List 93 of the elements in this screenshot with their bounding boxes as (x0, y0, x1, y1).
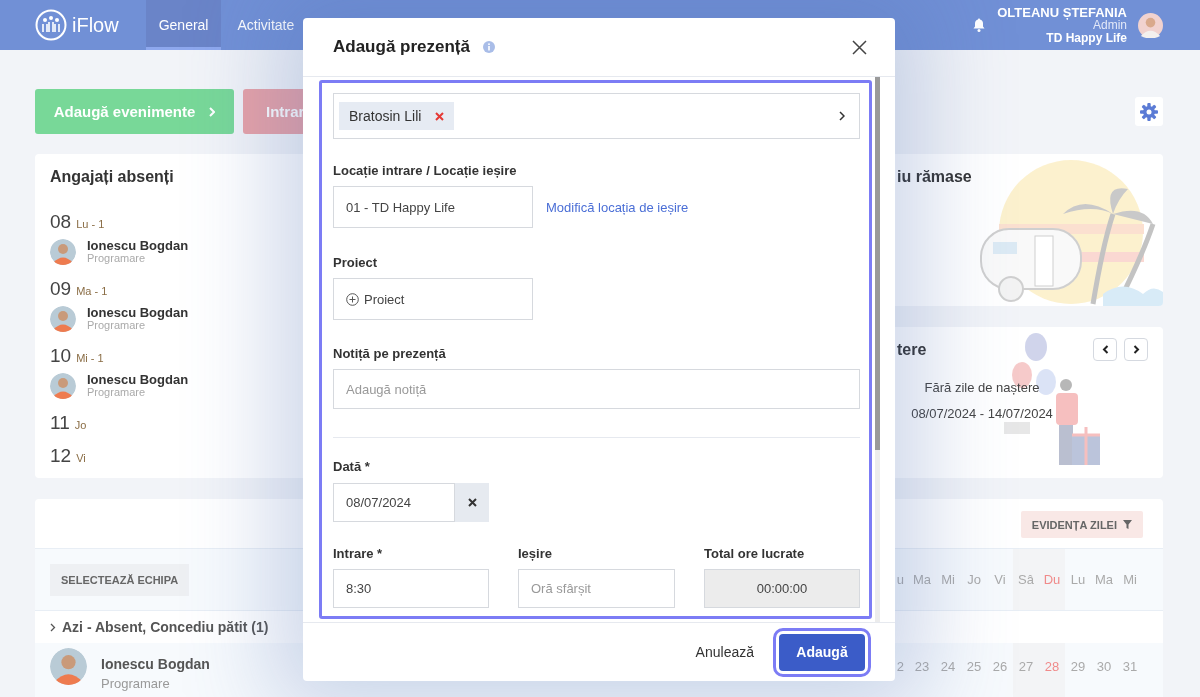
group-toggle[interactable]: Azi - Absent, Concediu pătit (1) (50, 619, 269, 635)
close-icon (852, 39, 867, 55)
select-team-button[interactable]: SELECTEAZĂ ECHIPA (50, 563, 190, 596)
total-hours-field[interactable]: 00:00:00 (704, 569, 860, 608)
previous-button[interactable] (1093, 338, 1117, 361)
location-field[interactable]: 01 - TD Happy Life (333, 186, 533, 228)
employee-detail: Programare (87, 386, 146, 398)
close-button[interactable] (852, 39, 867, 55)
day-number: 12 (50, 445, 72, 467)
settings-icon (1140, 102, 1158, 121)
weekday-header: Vi (993, 571, 1007, 589)
time-field[interactable]: Oră sfârșit (518, 569, 675, 608)
day-number: 10 (50, 345, 72, 367)
field-label: Ieșire (518, 546, 553, 562)
clear-date-button[interactable] (455, 483, 489, 522)
card-title: tere (897, 341, 927, 359)
employee-detail: Programare (87, 319, 146, 331)
avatar (50, 306, 76, 332)
settings-button[interactable] (1135, 97, 1163, 126)
weekday-label: Mi - 1 (76, 352, 104, 364)
card-title: Angajați absenți (50, 168, 175, 186)
day-cell-text: 25 (965, 658, 983, 676)
employee-name: Ionescu Bogdan (87, 307, 189, 319)
field-label: Notiță pe prezență (333, 346, 447, 362)
filter-icon (1123, 520, 1132, 529)
chevron-right-icon (1132, 345, 1140, 354)
weekday-header: Sâ (1013, 549, 1039, 610)
chevron-right-icon (209, 106, 216, 117)
field-label: Proiect (333, 255, 379, 271)
day-number: 11 (50, 412, 70, 434)
weekday-label: Jo (74, 419, 87, 431)
weekday-label: Vi (76, 452, 86, 464)
avatar (50, 373, 76, 399)
date-field[interactable]: 08/07/2024 (333, 483, 455, 522)
note-field[interactable]: Adaugă notiță (333, 369, 860, 409)
field-label: Locație intrare / Locație ieșire (333, 163, 518, 179)
weekday-header: u (895, 571, 905, 589)
weekday-header: Jo (966, 571, 982, 589)
project-button[interactable]: Proiect (333, 278, 533, 320)
cancel-button[interactable]: Anulează (695, 644, 754, 660)
day-cell-text: 30 (1095, 658, 1113, 676)
company-name: TD Happy Life (1045, 31, 1127, 45)
day-cell-text: 29 (1069, 658, 1087, 676)
avatar (50, 239, 76, 265)
employee-tag[interactable]: Bratosin Lili (339, 102, 455, 130)
weekday-header: Ma (911, 571, 933, 589)
logo-text: iFlow (72, 13, 119, 37)
clear-icon (467, 498, 477, 507)
day-number: 09 (50, 278, 72, 300)
day-cell-text: 31 (1121, 658, 1139, 676)
weekday-header: Mi (940, 571, 956, 589)
employee-name: Ionescu Bogdan (87, 240, 189, 252)
employee-detail: Programare (87, 252, 146, 264)
chevron-icon (50, 622, 56, 632)
weekday-header: Ma (1093, 571, 1115, 589)
field-label: Intrare * (333, 546, 384, 562)
empty-message: Fără zile de naștere (923, 379, 1041, 397)
remove-icon[interactable] (435, 111, 445, 121)
chevron-left-icon (1101, 345, 1109, 354)
weekday-label: Lu - 1 (76, 218, 105, 230)
day-cell: 28 (1039, 643, 1065, 697)
weekday-header: Du (1039, 549, 1065, 610)
avatar (50, 648, 87, 685)
day-cell-text: 24 (939, 658, 957, 676)
employee-select[interactable]: Bratosin Lili (333, 93, 860, 139)
day-cell: 27 (1013, 643, 1039, 697)
logo-icon (35, 9, 67, 41)
nav-tab[interactable]: General (145, 0, 222, 50)
chevron-right-icon (839, 111, 845, 121)
user-role: Admin (1093, 18, 1127, 32)
time-field[interactable]: 8:30 (333, 569, 489, 608)
day-number: 08 (50, 211, 72, 233)
next-button[interactable] (1124, 338, 1148, 361)
day-cell-text: 2 (895, 658, 905, 676)
weekday-header: Lu (1069, 571, 1087, 589)
day-filter-button[interactable]: EVIDENȚA ZILEI (1020, 511, 1143, 538)
avatar[interactable] (1138, 12, 1163, 38)
weekday-header: Mi (1122, 571, 1138, 589)
weekday-label: Ma - 1 (76, 285, 108, 297)
day-cell-text: 23 (913, 658, 931, 676)
bell-icon[interactable] (973, 18, 986, 32)
employee-detail: Programare (101, 675, 171, 693)
day-cell-text: 26 (991, 658, 1009, 676)
change-location-link[interactable]: Modifică locația de ieșire (546, 199, 689, 215)
employee-name: Ionescu Bogdan (101, 655, 210, 674)
user-name: OLTEANU ȘTEFANIA (997, 5, 1127, 19)
employee-name: Ionescu Bogdan (87, 374, 189, 386)
date-range: 08/07/2024 - 14/07/2024 (910, 405, 1054, 423)
plus-circle-icon (346, 292, 359, 306)
modal-title: Adaugă prezență (333, 37, 470, 57)
field-label: Dată * (333, 459, 371, 475)
card-title: iu rămase (897, 168, 972, 186)
field-label: Total ore lucrate (704, 546, 806, 562)
